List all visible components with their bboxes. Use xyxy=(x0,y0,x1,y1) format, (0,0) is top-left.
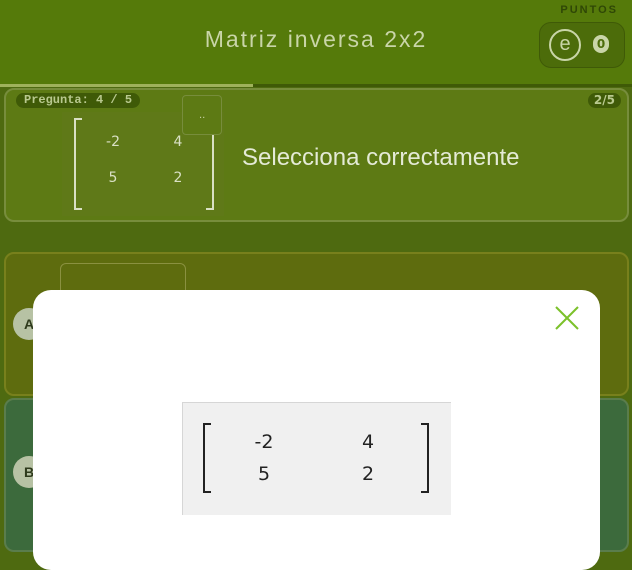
score-value: 0 xyxy=(593,35,609,53)
question-card: Pregunta: 4 / 5 2/5 -2 4 5 2 .. Seleccio… xyxy=(4,88,629,222)
matrix-cell: 2 xyxy=(173,170,183,186)
points-label: PUNTOS xyxy=(560,4,618,16)
matrix-cell: 5 xyxy=(257,463,271,485)
zoom-image-button[interactable]: .. xyxy=(182,95,222,135)
right-bracket xyxy=(421,423,429,493)
close-button[interactable] xyxy=(551,302,583,334)
header-bar: PUNTOS Matriz inversa 2x2 e 0 xyxy=(0,0,632,86)
matrix-cell: -2 xyxy=(106,134,120,150)
close-x-icon xyxy=(555,306,579,330)
app-title: Matriz inversa 2x2 xyxy=(204,26,428,52)
zoomed-matrix-image: -2 4 5 2 xyxy=(182,402,451,515)
progress-bar xyxy=(0,84,632,87)
matrix-cell: 4 xyxy=(361,431,375,453)
question-counter-badge: Pregunta: 4 / 5 xyxy=(16,93,141,108)
zoomed-matrix: -2 4 5 2 xyxy=(203,423,429,493)
page-badge: 2/5 xyxy=(587,93,621,108)
zoom-icon: .. xyxy=(199,110,206,121)
left-bracket xyxy=(203,423,211,493)
left-bracket xyxy=(74,118,82,210)
score-pill: e 0 xyxy=(539,22,625,68)
matrix-cell: -2 xyxy=(254,431,274,453)
progress-fill xyxy=(0,84,253,87)
question-prompt: Selecciona correctamente xyxy=(242,144,520,171)
image-zoom-modal: -2 4 5 2 xyxy=(33,290,600,570)
matrix-cell: 4 xyxy=(173,134,183,150)
matrix-cell: 5 xyxy=(108,170,118,186)
matrix-cell: 2 xyxy=(361,463,375,485)
e-coin-icon: e xyxy=(549,29,581,61)
